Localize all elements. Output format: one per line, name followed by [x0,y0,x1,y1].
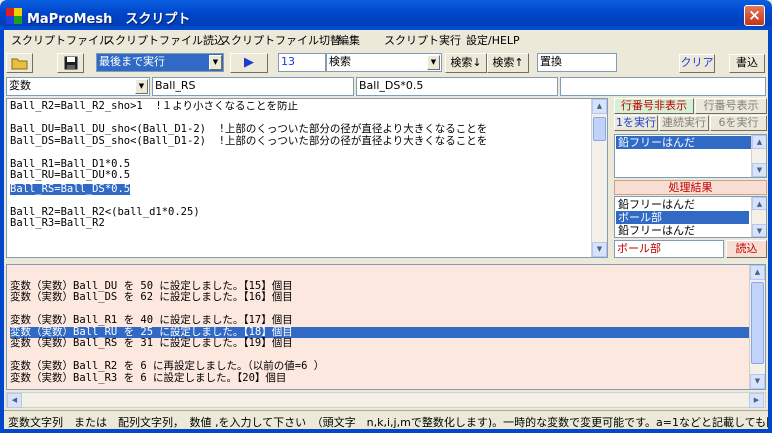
variable-type-select[interactable]: 変数 ▼ [6,77,150,96]
line-number-field[interactable]: 13 [278,53,326,72]
show-line-number-button[interactable]: 行番号表示 [695,98,767,114]
variable-extra-field[interactable] [560,77,766,96]
floppy-disk-icon [64,56,78,73]
variable-value-field[interactable]: Ball_DS*0.5 [356,77,558,96]
scroll-down-icon[interactable]: ▼ [750,374,765,389]
replace-field[interactable]: 置換 [537,53,617,72]
save-button[interactable] [57,53,84,73]
log-line[interactable]: 変数（実数）Ball_DS を 62 に設定しました。【16】個目 [10,291,750,304]
window-frame-bottom [0,429,772,433]
scroll-right-icon[interactable]: ▶ [749,393,764,408]
script-line[interactable] [10,147,592,159]
scroll-thumb[interactable] [593,117,606,141]
menu-settings-help[interactable]: 設定/HELP [466,32,520,48]
list-item[interactable]: 鉛フリーはんだ [616,136,751,149]
script-line[interactable]: Ball_DS=Ball_DS_sho<(Ball_D1-2) !上部のくっつい… [10,135,592,148]
scroll-up-icon[interactable]: ▲ [752,197,766,210]
clear-button[interactable]: クリア [679,54,715,73]
close-button[interactable]: × [744,5,765,26]
editor-scrollbar[interactable]: ▲ ▼ [591,99,607,257]
material-list[interactable]: 鉛フリーはんだ ▲ ▼ [614,134,767,178]
scroll-down-icon[interactable]: ▼ [752,163,766,177]
script-line[interactable] [10,195,592,207]
search-value: 検索 [329,55,351,68]
log-line[interactable]: 変数（実数）Ball_RS を 31 に設定しました。【19】個目 [10,337,750,350]
write-button[interactable]: 書込 [729,54,765,73]
log-scrollbar[interactable]: ▲ ▼ [749,265,765,389]
scroll-thumb[interactable] [751,282,764,364]
folder-icon [11,58,29,73]
menu-script-switch[interactable]: スクリプトファイル切替 [220,32,341,48]
result-field[interactable]: ボール部 [614,240,724,258]
window-title: MaProMesh スクリプト [27,12,191,27]
menu-script-run[interactable]: スクリプト実行 [384,32,461,48]
log-horizontal-scrollbar[interactable]: ◀ ▶ [6,392,766,408]
script-editor[interactable]: Ball_R2=Ball_R2_sho>1 !１より小さくなることを防止 Ball… [6,98,608,258]
run-one-button[interactable]: 1を実行 [614,115,658,131]
run-mode-select[interactable]: 最後まで実行 ▼ [96,53,224,72]
run-button[interactable]: ▶ [230,53,268,73]
results-label: 処理結果 [614,180,767,195]
scroll-down-icon[interactable]: ▼ [752,224,766,237]
scroll-left-icon[interactable]: ◀ [7,393,22,408]
log-line[interactable]: 変数（実数）Ball_R3 を 6 に設定しました。【20】個目 [10,372,750,385]
app-icon [6,8,22,24]
list-item[interactable]: 鉛フリーはんだ [616,224,749,237]
scroll-up-icon[interactable]: ▲ [592,99,607,114]
chevron-down-icon[interactable]: ▼ [427,55,440,70]
log-line[interactable] [10,269,750,281]
hide-line-number-button[interactable]: 行番号非表示 [614,98,694,114]
list-item[interactable]: ボール部 [616,211,749,224]
continuous-run-button[interactable]: 連続実行 [659,115,709,131]
search-down-button[interactable]: 検索↓ [445,53,487,73]
results-list[interactable]: 鉛フリーはんだ ボール部 鉛フリーはんだ ▲ ▼ [614,196,767,238]
script-line[interactable]: Ball_R2=Ball_R2_sho>1 !１より小さくなることを防止 [10,101,592,113]
window-frame-left [0,30,4,433]
log-line[interactable]: 変数（実数）Ball_R2 を 6 に再設定しました。（以前の値=6 ） [10,360,750,373]
script-line[interactable]: Ball_RS=Ball_DS*0.5 [10,183,131,195]
status-bar: 変数文字列 または 配列文字列， 数値 ,を入力して下さい （頭文字 n,k,i… [4,410,768,429]
results-list-scrollbar[interactable]: ▲ ▼ [751,197,766,237]
window-frame-right [768,30,772,433]
material-list-scrollbar[interactable]: ▲ ▼ [751,135,766,177]
open-folder-button[interactable] [6,53,33,73]
script-line[interactable]: Ball_DU=Ball_DU_sho<(Ball_D1-2) !上部のくっつい… [10,123,592,136]
chevron-down-icon[interactable]: ▼ [135,79,148,94]
log-output[interactable]: 変数（実数）Ball_DU を 50 に設定しました。【15】個目 変数（実数）B… [6,264,766,390]
load-button[interactable]: 読込 [726,240,767,258]
run-six-button[interactable]: 6を実行 [710,115,767,131]
menu-script-file[interactable]: スクリプトファイル [11,32,110,48]
script-line[interactable]: Ball_R3=Ball_R2 [10,217,592,230]
scroll-up-icon[interactable]: ▲ [750,265,765,280]
chevron-down-icon[interactable]: ▼ [209,55,222,70]
search-select[interactable]: 検索 ▼ [326,53,442,72]
run-mode-value: 最後まで実行 [99,55,165,68]
scroll-up-icon[interactable]: ▲ [752,135,766,149]
play-icon: ▶ [244,55,254,70]
log-line[interactable]: 変数（実数）Ball_R1 を 40 に設定しました。【17】個目 [10,314,750,327]
variable-name-field[interactable]: Ball_RS [152,77,354,96]
variable-type-value: 変数 [9,79,31,92]
script-line[interactable]: Ball_RU=Ball_DU*0.5 [10,169,592,182]
menu-script-load[interactable]: スクリプトファイル読込 [104,32,225,48]
menu-edit[interactable]: 編集 [338,32,360,48]
menu-bar: スクリプトファイル スクリプトファイル読込 スクリプトファイル切替 編集 スクリ… [4,30,768,49]
scroll-down-icon[interactable]: ▼ [592,242,607,257]
list-item[interactable]: 鉛フリーはんだ [616,198,749,211]
search-up-button[interactable]: 検索↑ [487,53,529,73]
